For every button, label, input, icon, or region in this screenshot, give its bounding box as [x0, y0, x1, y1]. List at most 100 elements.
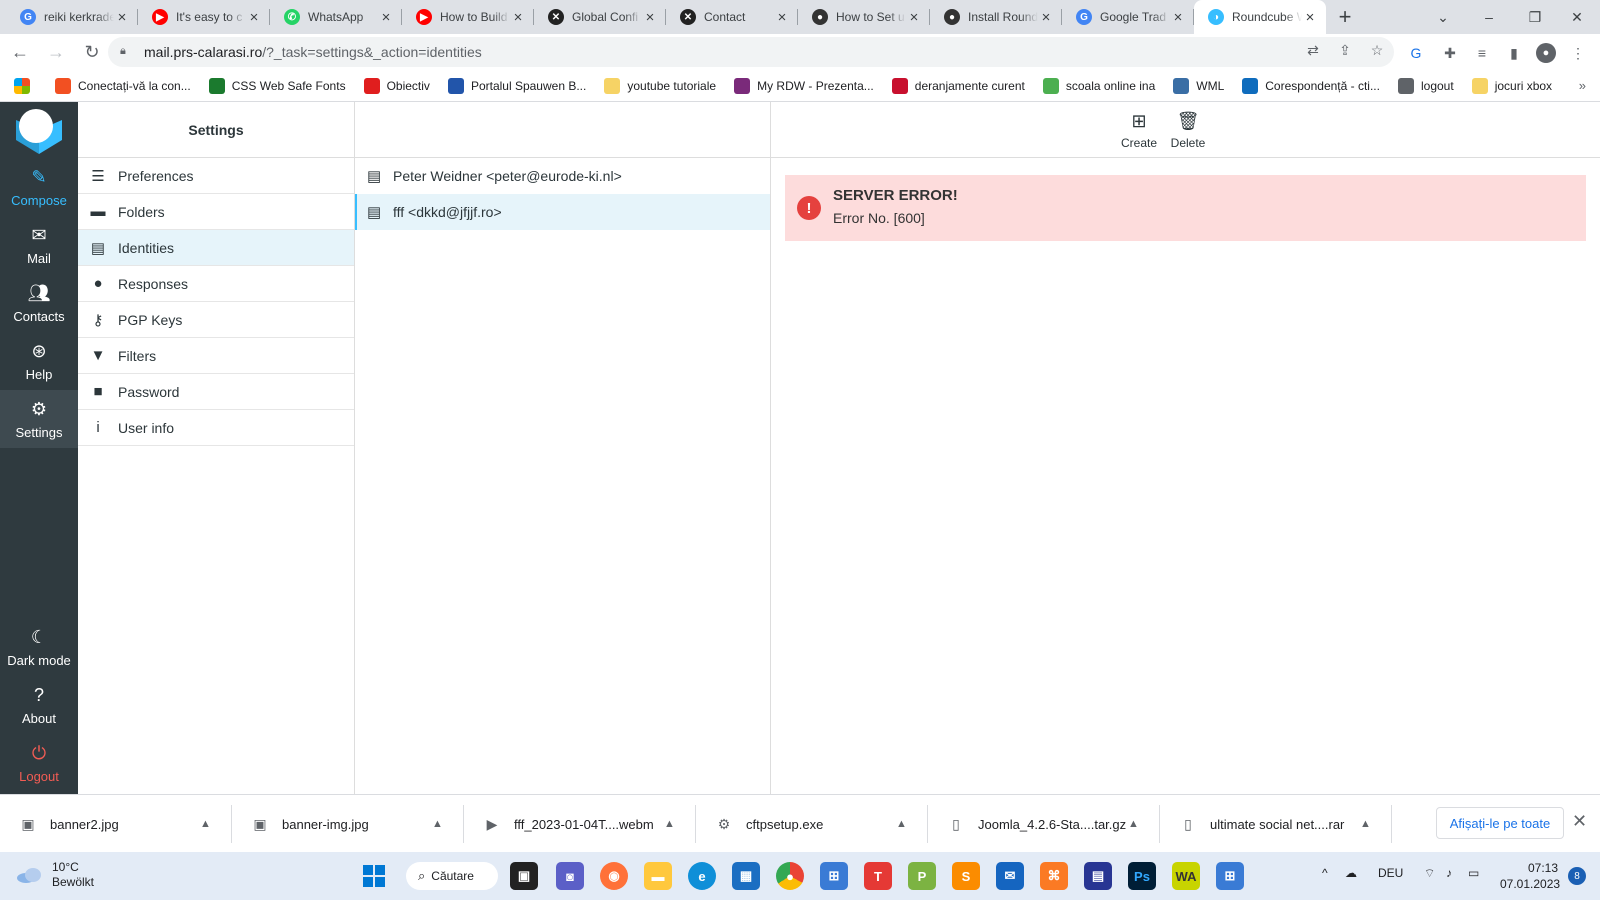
file-explorer-icon[interactable]: ▬ [644, 862, 672, 890]
tray-overflow-icon[interactable]: ^ [1322, 866, 1328, 880]
settings-menu-item[interactable]: ▤ Identities [78, 230, 354, 266]
windows-start-icon[interactable] [360, 862, 388, 890]
dark-mode-toggle[interactable]: ☾ Dark mode [0, 618, 78, 676]
settings-nav[interactable]: ⚙ Settings [0, 390, 78, 448]
wa-app-icon[interactable]: WA [1172, 862, 1200, 890]
close-tab-icon[interactable]: × [774, 9, 790, 26]
bookmark-item[interactable]: deranjamente curent [891, 77, 1025, 94]
download-item[interactable]: ▯ Joomla_4.2.6-Sta....tar.gz ▲ [928, 795, 1160, 853]
close-tab-icon[interactable]: × [1302, 9, 1318, 26]
photoshop-icon[interactable]: Ps [1128, 862, 1156, 890]
bookmark-item[interactable]: Corespondență - cti... [1242, 77, 1380, 94]
mail-nav[interactable]: ✉ Mail [0, 216, 78, 274]
browser-tab[interactable]: ● Install Round × [930, 0, 1062, 34]
microsoft-store-icon[interactable]: ▦ [732, 862, 760, 890]
settings-menu-item[interactable]: ▬ Folders [78, 194, 354, 230]
browser-menu-icon[interactable]: ⋮ [1568, 43, 1588, 63]
close-download-shelf-icon[interactable]: ✕ [1572, 811, 1587, 832]
chevron-up-icon[interactable]: ▲ [896, 818, 916, 830]
address-bar[interactable]: 🔒︎ mail.prs-calarasi.ro/?_task=settings&… [108, 37, 1394, 67]
download-item[interactable]: ▯ ultimate social net....rar ▲ [1160, 795, 1392, 853]
settings-menu-item[interactable]: ⚷ PGP Keys [78, 302, 354, 338]
apps-shortcut[interactable] [14, 77, 37, 94]
roundcube-logo[interactable] [16, 108, 62, 154]
show-all-downloads-button[interactable]: Afișați-le pe toate [1436, 807, 1564, 839]
chrome-icon[interactable]: ● [776, 862, 804, 890]
close-tab-icon[interactable]: × [1170, 9, 1186, 26]
share-icon[interactable]: ⇪ [1336, 41, 1354, 59]
download-item[interactable]: ▶ fff_2023-01-04T....webm ▲ [464, 795, 696, 853]
delete-button[interactable]: 🗑︎ Delete [1164, 110, 1212, 151]
bookmark-item[interactable]: logout [1397, 77, 1454, 94]
bookmark-item[interactable]: Conectați-vă la con... [55, 77, 191, 94]
download-item[interactable]: ▣ banner2.jpg ▲ [0, 795, 232, 853]
volume-icon[interactable]: ♪ [1446, 866, 1452, 880]
logout-button[interactable]: ⏻ Logout [0, 734, 78, 792]
close-window-button[interactable]: ✕ [1554, 0, 1600, 34]
close-tab-icon[interactable]: × [114, 9, 130, 26]
translate-page-icon[interactable]: ⇄ [1304, 41, 1322, 59]
tab-search-icon[interactable]: ⌄ [1420, 0, 1466, 34]
mail-app-icon[interactable]: ✉ [996, 862, 1024, 890]
teams-chat-icon[interactable]: ◙ [556, 862, 584, 890]
browser-tab[interactable]: ✆ WhatsApp × [270, 0, 402, 34]
browser-tab[interactable]: Greiki kerkrade × [6, 0, 138, 34]
xampp-icon[interactable]: ⌘ [1040, 862, 1068, 890]
more-bookmarks-icon[interactable]: » [1579, 78, 1586, 93]
download-item[interactable]: ⚙ cftpsetup.exe ▲ [696, 795, 928, 853]
close-tab-icon[interactable]: × [510, 9, 526, 26]
settings-menu-item[interactable]: ● Responses [78, 266, 354, 302]
bookmark-item[interactable]: youtube tutoriale [604, 77, 716, 94]
notification-badge[interactable]: 8 [1568, 867, 1586, 885]
chevron-up-icon[interactable]: ▲ [432, 818, 452, 830]
back-button[interactable]: ← [4, 36, 36, 68]
maximize-button[interactable]: ❐ [1512, 0, 1558, 34]
bookmark-item[interactable]: scoala online ina [1042, 77, 1155, 94]
media-control-icon[interactable]: ≡ [1472, 43, 1492, 63]
bookmark-item[interactable]: My RDW - Prezenta... [734, 77, 874, 94]
profile-avatar[interactable]: ● [1536, 43, 1556, 63]
chevron-up-icon[interactable]: ▲ [200, 818, 220, 830]
browser-tab[interactable]: ▶ How to Build × [402, 0, 534, 34]
browser-tab[interactable]: ● How to Set u × [798, 0, 930, 34]
settings-menu-item[interactable]: ■ Password [78, 374, 354, 410]
about-nav[interactable]: ? About [0, 676, 78, 734]
close-tab-icon[interactable]: × [246, 9, 262, 26]
bookmark-item[interactable]: WML [1173, 77, 1224, 94]
tray-app-icon[interactable]: ☁ [1345, 866, 1357, 880]
bookmark-star-icon[interactable]: ☆ [1368, 41, 1386, 59]
browser-tab[interactable]: ✕ Global Confi × [534, 0, 666, 34]
bookmark-item[interactable]: CSS Web Safe Fonts [208, 77, 346, 94]
reload-button[interactable]: ↻ [76, 36, 108, 68]
close-tab-icon[interactable]: × [1038, 9, 1054, 26]
edge-icon[interactable]: e [688, 862, 716, 890]
download-item[interactable]: ▣ banner-img.jpg ▲ [232, 795, 464, 853]
extensions-icon[interactable]: ✚ [1440, 43, 1460, 63]
browser-tab[interactable]: ▶ It's easy to c × [138, 0, 270, 34]
close-tab-icon[interactable]: × [642, 9, 658, 26]
p-app-icon[interactable]: P [908, 862, 936, 890]
chevron-up-icon[interactable]: ▲ [1360, 818, 1380, 830]
identity-row[interactable]: ▤ fff <dkkd@jfjjf.ro> [355, 194, 770, 230]
t-app-icon[interactable]: T [864, 862, 892, 890]
network-app-icon[interactable]: ⊞ [820, 862, 848, 890]
save-app-icon[interactable]: ▤ [1084, 862, 1112, 890]
remote-app-icon[interactable]: ⊞ [1216, 862, 1244, 890]
browser-tab[interactable]: ✕ Contact × [666, 0, 798, 34]
taskbar-clock[interactable]: 07:13 07.01.2023 [1500, 860, 1560, 892]
keyboard-language[interactable]: DEU [1378, 866, 1403, 880]
lock-icon[interactable]: 🔒︎ [120, 45, 134, 59]
firefox-icon[interactable]: ◉ [600, 862, 628, 890]
google-translate-extension-icon[interactable]: G [1406, 43, 1426, 63]
create-button[interactable]: ⊞ Create [1115, 110, 1163, 151]
close-tab-icon[interactable]: × [906, 9, 922, 26]
bookmark-item[interactable]: jocuri xbox [1471, 77, 1552, 94]
identity-row[interactable]: ▤ Peter Weidner <peter@eurode-ki.nl> [355, 158, 770, 194]
wifi-icon[interactable]: ⌔ [1424, 866, 1435, 881]
bookmark-item[interactable]: Obiectiv [363, 77, 430, 94]
chevron-up-icon[interactable]: ▲ [1128, 818, 1148, 830]
browser-tab[interactable]: G Google Trad × [1062, 0, 1194, 34]
weather-widget[interactable]: 10°C Bewölkt [16, 860, 94, 890]
task-view-icon[interactable]: ▣ [510, 862, 538, 890]
settings-menu-item[interactable]: ☰ Preferences [78, 158, 354, 194]
